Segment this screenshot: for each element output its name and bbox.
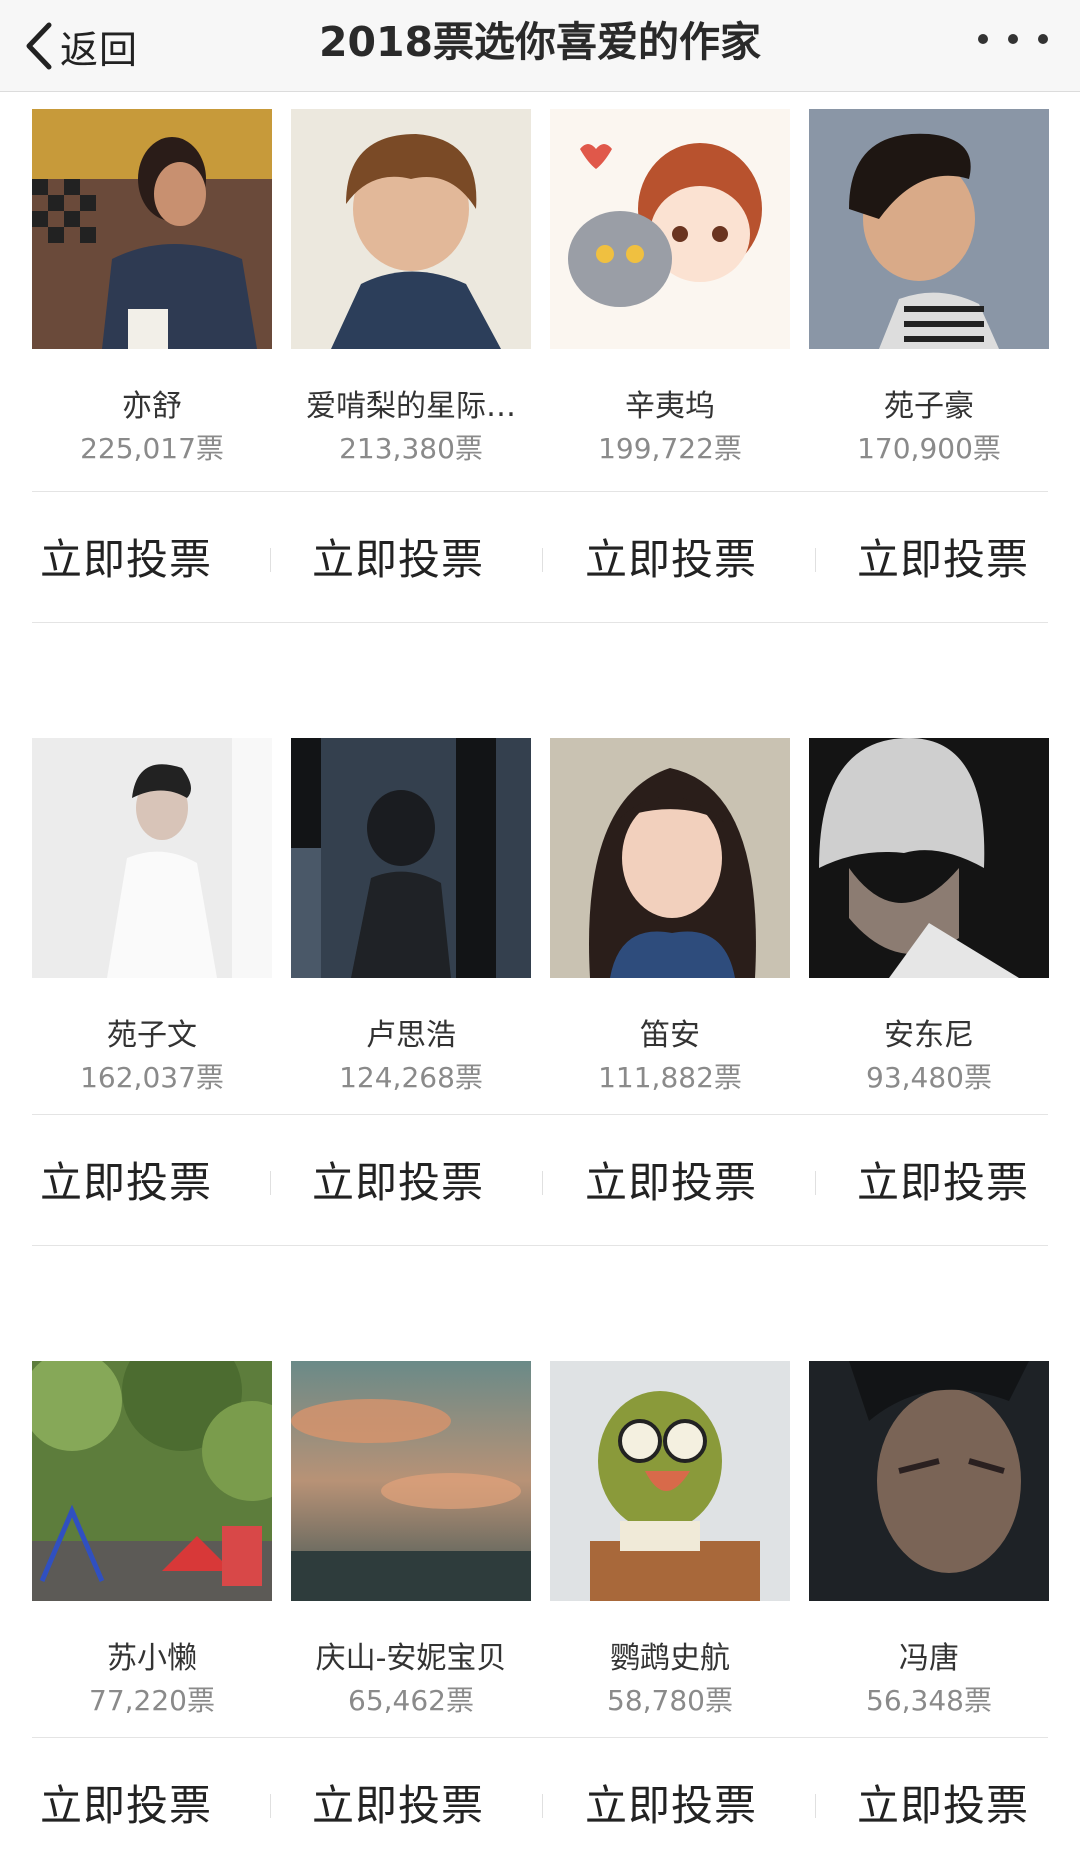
author-row: 亦舒 225,017票 爱啃梨的星际… 213,380票 辛夷坞 199,722… bbox=[0, 109, 1080, 629]
more-options-button[interactable] bbox=[978, 27, 1048, 51]
vote-count: 225,017票 bbox=[80, 432, 224, 465]
vote-count: 199,722票 bbox=[598, 432, 742, 465]
vote-count: 77,220票 bbox=[89, 1684, 215, 1717]
back-button[interactable]: 返回 bbox=[22, 0, 138, 92]
chevron-left-icon bbox=[26, 22, 52, 70]
author-name: 笛安 bbox=[640, 1018, 700, 1053]
divider bbox=[270, 548, 271, 572]
author-photo[interactable] bbox=[809, 1361, 1049, 1601]
author-name: 辛夷坞 bbox=[625, 389, 715, 424]
divider bbox=[542, 548, 543, 572]
vote-button[interactable]: 立即投票 bbox=[849, 505, 1080, 615]
author-photo[interactable] bbox=[550, 109, 790, 349]
divider bbox=[32, 622, 1048, 623]
author-name: 苑子文 bbox=[107, 1018, 197, 1053]
author-photo[interactable] bbox=[32, 1361, 272, 1601]
vote-button[interactable]: 立即投票 bbox=[577, 1128, 817, 1238]
vote-button[interactable]: 立即投票 bbox=[304, 1128, 544, 1238]
vote-button[interactable]: 立即投票 bbox=[304, 505, 544, 615]
author-name: 冯唐 bbox=[899, 1641, 959, 1676]
vote-button[interactable]: 立即投票 bbox=[577, 1751, 817, 1861]
vote-button[interactable]: 立即投票 bbox=[32, 1751, 272, 1861]
author-name: 苑子豪 bbox=[884, 389, 974, 424]
author-name: 亦舒 bbox=[122, 389, 182, 424]
vote-button[interactable]: 立即投票 bbox=[32, 1128, 272, 1238]
author-name: 鹦鹉史航 bbox=[610, 1641, 730, 1676]
author-photo[interactable] bbox=[809, 109, 1049, 349]
vote-count: 65,462票 bbox=[348, 1684, 474, 1717]
author-name: 卢思浩 bbox=[366, 1018, 456, 1053]
vote-button[interactable]: 立即投票 bbox=[32, 505, 272, 615]
author-name: 苏小懒 bbox=[107, 1641, 197, 1676]
divider bbox=[270, 1794, 271, 1818]
divider bbox=[32, 491, 1048, 492]
vote-button[interactable]: 立即投票 bbox=[577, 505, 817, 615]
divider bbox=[542, 1794, 543, 1818]
author-row: 苑子文 162,037票 卢思浩 124,268票 笛安 111,882票 安东… bbox=[0, 738, 1080, 1258]
author-name: 安东尼 bbox=[884, 1018, 974, 1053]
divider bbox=[270, 1171, 271, 1195]
divider bbox=[815, 1171, 816, 1195]
vote-count: 56,348票 bbox=[866, 1684, 992, 1717]
author-photo[interactable] bbox=[550, 1361, 790, 1601]
author-photo[interactable] bbox=[291, 738, 531, 978]
vote-button[interactable]: 立即投票 bbox=[849, 1751, 1080, 1861]
divider bbox=[32, 1737, 1048, 1738]
vote-count: 124,268票 bbox=[339, 1061, 483, 1094]
author-name: 庆山-安妮宝贝 bbox=[315, 1641, 507, 1676]
author-photo[interactable] bbox=[291, 1361, 531, 1601]
divider bbox=[32, 1245, 1048, 1246]
vote-button[interactable]: 立即投票 bbox=[304, 1751, 544, 1861]
divider bbox=[542, 1171, 543, 1195]
more-dots-icon bbox=[978, 34, 988, 44]
author-photo[interactable] bbox=[550, 738, 790, 978]
back-label: 返回 bbox=[60, 27, 139, 72]
nav-bar: 返回 2018票选你喜爱的作家 bbox=[0, 0, 1080, 92]
vote-button[interactable]: 立即投票 bbox=[849, 1128, 1080, 1238]
vote-count: 170,900票 bbox=[857, 432, 1001, 465]
vote-count: 111,882票 bbox=[598, 1061, 742, 1094]
vote-count: 93,480票 bbox=[866, 1061, 992, 1094]
page-title: 2018票选你喜爱的作家 bbox=[318, 18, 762, 66]
vote-count: 213,380票 bbox=[339, 432, 483, 465]
author-photo[interactable] bbox=[291, 109, 531, 349]
author-name: 爱啃梨的星际… bbox=[306, 389, 516, 424]
author-photo[interactable] bbox=[32, 738, 272, 978]
divider bbox=[32, 1114, 1048, 1115]
divider bbox=[815, 548, 816, 572]
vote-count: 58,780票 bbox=[607, 1684, 733, 1717]
divider bbox=[815, 1794, 816, 1818]
author-photo[interactable] bbox=[809, 738, 1049, 978]
author-photo[interactable] bbox=[32, 109, 272, 349]
author-row: 苏小懒 77,220票 庆山-安妮宝贝 65,462票 鹦鹉史航 58,780票… bbox=[0, 1361, 1080, 1830]
vote-count: 162,037票 bbox=[80, 1061, 224, 1094]
